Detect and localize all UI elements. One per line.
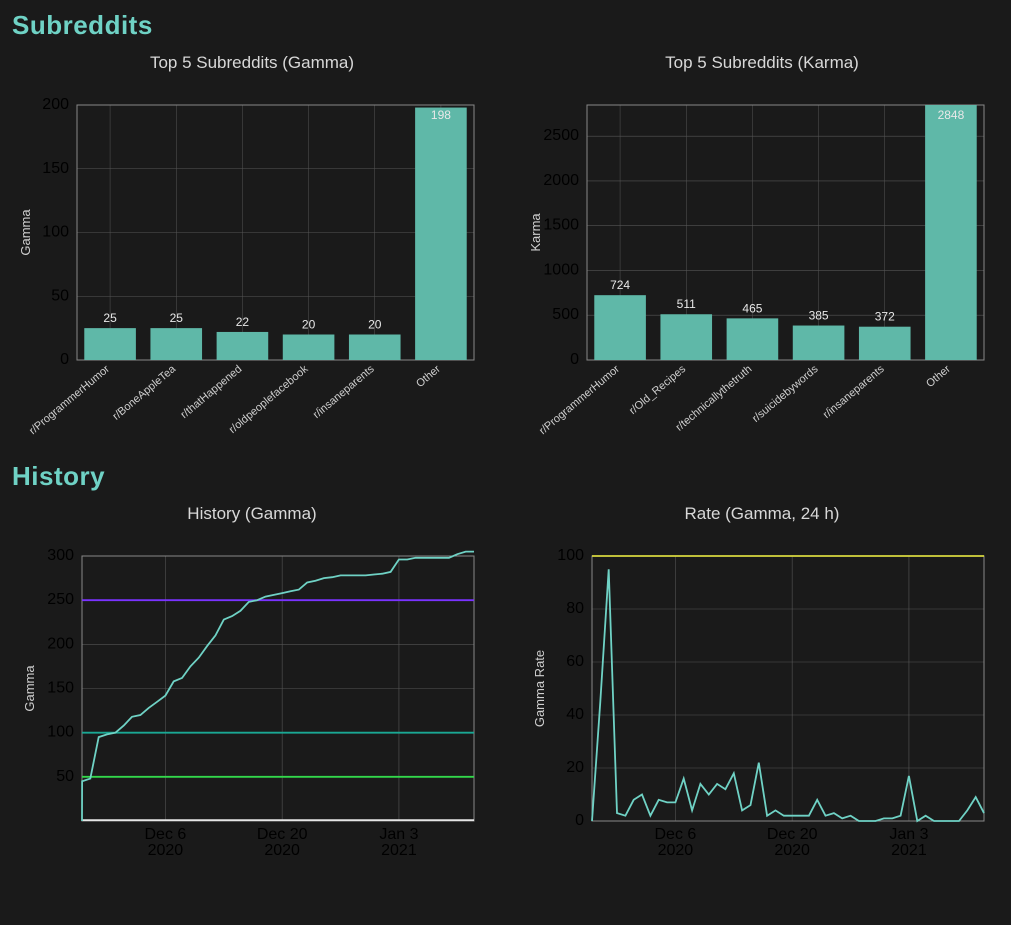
svg-text:500: 500 [552,306,579,323]
chart-top-gamma: Top 5 Subreddits (Gamma) 0 50 100 150 200 25 2… [12,49,492,455]
svg-text:150: 150 [47,680,74,697]
bar [727,318,779,360]
bar [150,328,202,360]
y-axis-label: Gamma [18,209,33,256]
bar-value-label: 25 [170,311,184,325]
x-category-label: r/ProgrammerHumor [27,363,112,437]
x-category-label: r/thatHappened [179,363,245,421]
svg-text:20: 20 [566,759,584,776]
x-category-label: r/Old_Recipes [627,363,688,417]
svg-text:2000: 2000 [543,172,579,189]
bar [660,314,712,360]
bar-value-label: 2848 [938,108,965,122]
bar-value-label: 20 [368,318,382,332]
x-tick-sublabel: 2021 [381,842,417,859]
bar-value-label: 20 [302,318,316,332]
svg-text:250: 250 [47,591,74,608]
bar-value-label: 372 [875,310,895,324]
x-tick-sublabel: 2021 [891,842,927,859]
bar-value-label: 465 [742,301,762,315]
chart-top-karma: Top 5 Subreddits (Karma) 0 500 1000 1500 200… [522,49,1002,455]
line-series [592,569,984,821]
chart-title: Top 5 Subreddits (Karma) [522,53,1002,73]
svg-text:50: 50 [56,768,74,785]
x-tick-sublabel: 2020 [148,842,184,859]
x-category-label: r/suicidebywords [750,363,821,425]
y-axis-label: Gamma Rate [532,650,547,727]
bar [415,108,467,360]
chart-rate-gamma: Rate (Gamma, 24 h) 020406080100Dec 62020… [522,500,1002,886]
bar [349,335,401,361]
bar-value-label: 25 [103,311,117,325]
x-category-label: Other [924,363,953,390]
x-tick-sublabel: 2020 [774,842,810,859]
svg-text:2500: 2500 [543,127,579,144]
svg-text:50: 50 [51,287,69,304]
svg-text:0: 0 [570,351,579,368]
chart-title: Top 5 Subreddits (Gamma) [12,53,492,73]
chart-title: Rate (Gamma, 24 h) [522,504,1002,524]
y-axis-label: Gamma [22,665,37,712]
section-heading-history: History [12,461,999,492]
chart-title: History (Gamma) [12,504,492,524]
section-heading-subreddits: Subreddits [12,10,999,41]
bar-value-label: 724 [610,278,630,292]
bar [793,326,845,360]
svg-text:300: 300 [47,547,74,564]
line-chart-svg: 50100150200250300Dec 62020Dec 202020Jan … [12,536,492,886]
bar [925,105,977,360]
bar [859,327,911,360]
bar-value-label: 385 [809,309,829,323]
x-tick-label: Jan 3 [379,826,418,843]
bar [217,332,269,360]
svg-text:60: 60 [566,653,584,670]
svg-text:0: 0 [575,812,584,829]
svg-text:200: 200 [47,635,74,652]
chart-history-gamma: History (Gamma) 50100150200250300Dec 620… [12,500,492,886]
x-category-label: Other [414,363,443,390]
bar-chart-svg: 0 500 1000 1500 2000 2500 724 511 465 385 372 2848 r… [522,85,1002,455]
bar-chart-svg: 0 50 100 150 200 25 25 22 20 20 198 r/ProgrammerHum… [12,85,492,455]
x-tick-sublabel: 2020 [264,842,300,859]
x-tick-label: Dec 6 [655,826,697,843]
svg-text:80: 80 [566,600,584,617]
svg-text:0: 0 [60,351,69,368]
svg-text:100: 100 [42,224,69,241]
x-category-label: r/insaneparents [821,363,887,421]
bar-value-label: 22 [236,315,250,329]
svg-text:1500: 1500 [543,217,579,234]
svg-text:1000: 1000 [543,261,579,278]
svg-text:40: 40 [566,706,584,723]
bar [594,295,646,360]
x-tick-label: Dec 6 [145,826,187,843]
x-tick-label: Dec 20 [767,826,818,843]
line-chart-svg: 020406080100Dec 62020Dec 202020Jan 32021… [522,536,1002,886]
svg-text:200: 200 [42,96,69,113]
svg-text:100: 100 [557,547,584,564]
y-axis-label: Karma [528,213,543,252]
bar-value-label: 198 [431,108,451,122]
bar [283,335,335,361]
x-tick-label: Jan 3 [889,826,928,843]
x-tick-label: Dec 20 [257,826,308,843]
line-series [82,552,474,821]
x-tick-sublabel: 2020 [658,842,694,859]
svg-text:150: 150 [42,160,69,177]
bar [84,328,136,360]
x-category-label: r/BoneAppleTea [110,363,178,423]
x-category-label: r/insaneparents [311,363,377,421]
x-category-label: r/ProgrammerHumor [537,363,622,437]
svg-text:100: 100 [47,724,74,741]
bar-value-label: 511 [677,297,696,311]
